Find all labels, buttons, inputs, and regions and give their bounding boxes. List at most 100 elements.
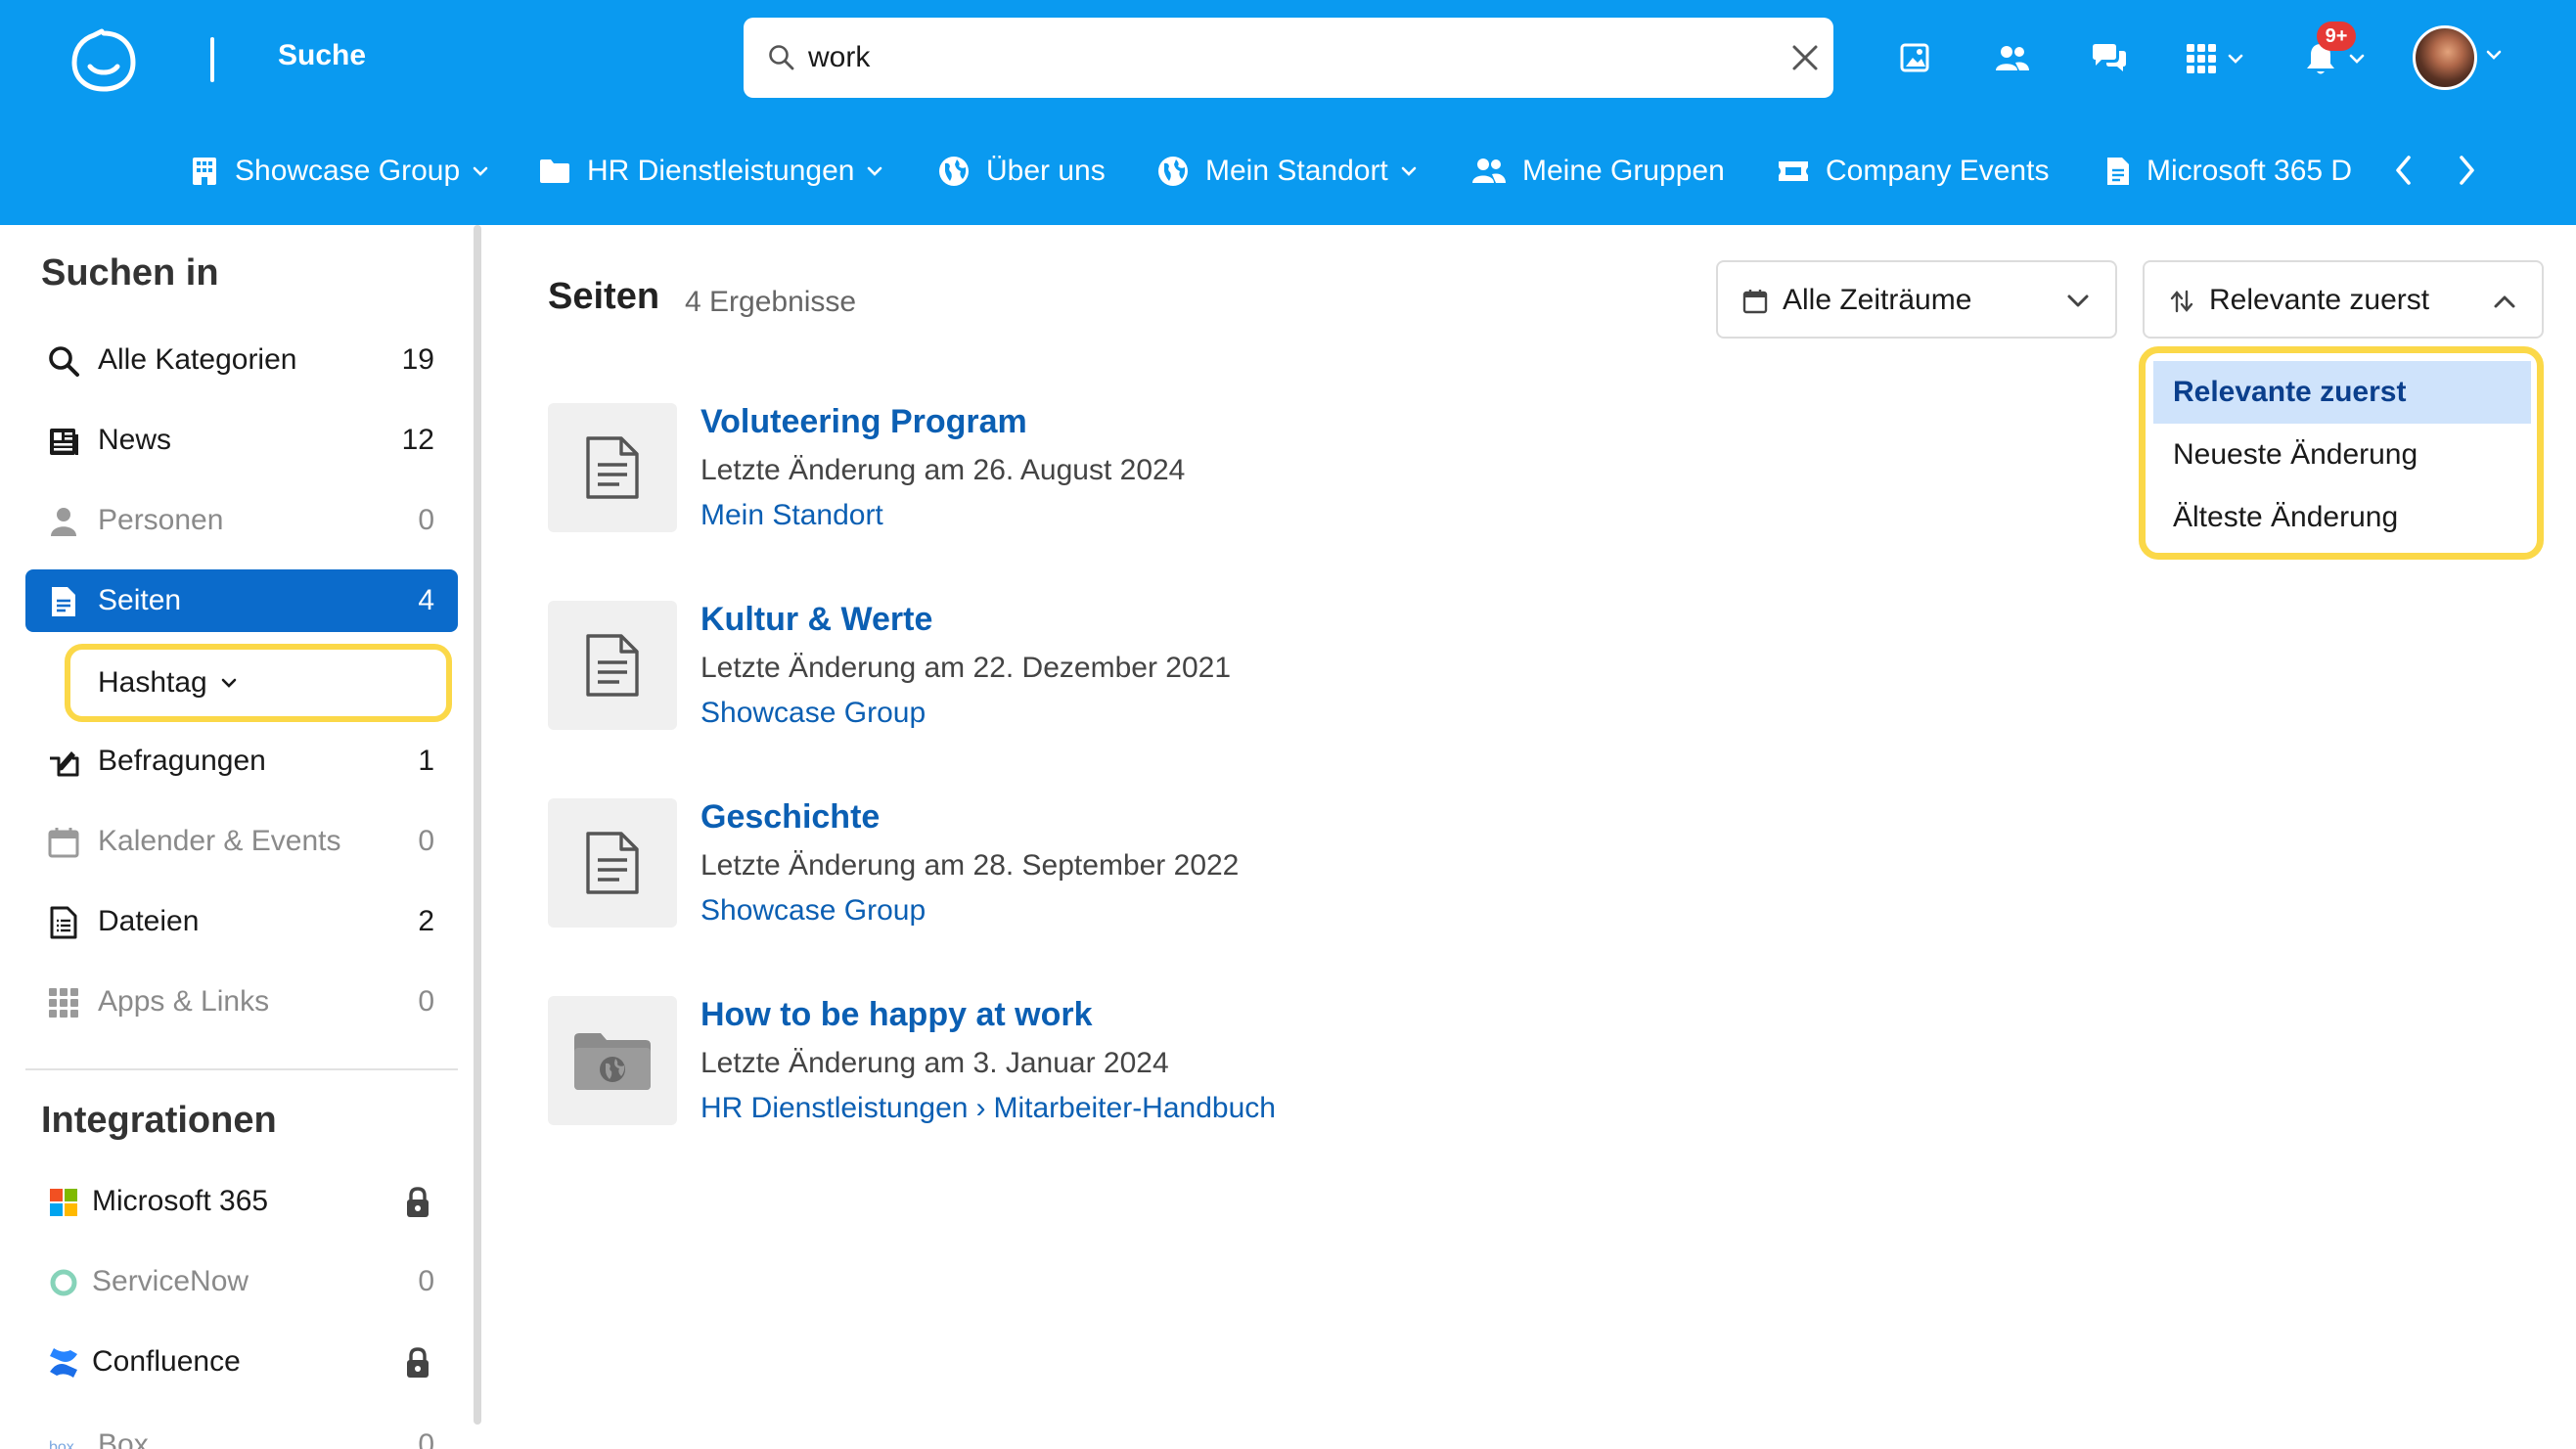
sort-icon	[2170, 290, 2193, 313]
ticket-icon	[1779, 161, 1808, 181]
lock-icon	[407, 1187, 429, 1217]
sort-option-relevant[interactable]: Relevante zuerst	[2153, 361, 2531, 424]
result-thumbnail[interactable]	[548, 601, 677, 730]
result-location-link[interactable]: HR Dienstleistungen	[700, 1092, 968, 1125]
nav-scroll-left-icon[interactable]	[2391, 153, 2417, 188]
avatar[interactable]	[2413, 25, 2477, 90]
nav-item-showcase-group[interactable]: Showcase Group	[190, 149, 489, 194]
sidebar-item-label: Kalender & Events	[98, 825, 341, 857]
hashtag-filter-button[interactable]: Hashtag	[65, 644, 452, 722]
sort-option-newest[interactable]: Neueste Änderung	[2153, 424, 2531, 486]
time-range-label: Alle Zeiträume	[1783, 284, 1972, 316]
sidebar-item-confluence[interactable]: Confluence	[25, 1331, 458, 1393]
sidebar-item-count: 0	[418, 825, 434, 857]
sidebar-scrollbar[interactable]	[474, 225, 481, 1425]
result-title-link[interactable]: Kultur & Werte	[700, 601, 932, 639]
sidebar-item-label: Befragungen	[98, 745, 266, 777]
chevron-down-icon[interactable]	[2485, 49, 2503, 61]
result-item: How to be happy at work Letzte Änderung …	[548, 996, 1722, 1127]
chevron-down-icon	[473, 166, 488, 176]
sidebar-item-kalender-events[interactable]: Kalender & Events 0	[25, 810, 458, 873]
image-gallery-icon	[1900, 43, 1929, 72]
sidebar-item-apps-links[interactable]: Apps & Links 0	[25, 971, 458, 1033]
sidebar-item-label: Box	[98, 1428, 149, 1449]
result-thumbnail[interactable]	[548, 403, 677, 532]
sidebar-heading: Suchen in	[41, 252, 219, 294]
search-box[interactable]	[744, 18, 1833, 98]
result-title-link[interactable]: Geschichte	[700, 798, 880, 837]
sidebar-item-microsoft-365[interactable]: Microsoft 365	[25, 1170, 458, 1233]
app-logo-icon[interactable]	[68, 27, 139, 94]
nav-item-company-events[interactable]: Company Events	[1777, 149, 2049, 194]
lock-icon	[407, 1347, 429, 1378]
sidebar-divider	[25, 1068, 458, 1070]
integrations-heading: Integrationen	[41, 1100, 277, 1141]
nav-item-label: Über uns	[986, 155, 1106, 187]
apps-menu-button[interactable]	[2186, 37, 2244, 80]
result-location-link[interactable]: Showcase Group	[700, 894, 926, 928]
sidebar-item-news[interactable]: News 12	[25, 409, 458, 472]
sidebar-item-personen[interactable]: Personen 0	[25, 489, 458, 552]
sidebar-item-befragungen[interactable]: Befragungen 1	[25, 730, 458, 792]
people-button[interactable]	[1994, 37, 2031, 80]
calendar-icon	[48, 828, 79, 858]
sidebar-item-count: 0	[418, 1428, 434, 1449]
result-location-link[interactable]: Mein Standort	[700, 499, 883, 532]
sidebar-item-count: 0	[418, 504, 434, 536]
folder-icon	[540, 159, 569, 183]
servicenow-logo-icon	[50, 1269, 77, 1296]
result-meta: Letzte Änderung am 22. Dezember 2021	[700, 652, 1232, 684]
building-icon	[193, 158, 216, 185]
calendar-icon	[1742, 290, 1768, 314]
result-thumbnail[interactable]	[548, 996, 677, 1125]
chevron-down-icon	[2228, 54, 2243, 64]
result-meta: Letzte Änderung am 3. Januar 2024	[700, 1047, 1169, 1079]
nav-scroll-right-icon[interactable]	[2454, 153, 2479, 188]
nav-item-ueber-uns[interactable]: Über uns	[937, 149, 1106, 194]
nav-item-meine-gruppen[interactable]: Meine Gruppen	[1471, 149, 1725, 194]
time-range-select[interactable]: Alle Zeiträume	[1716, 260, 2117, 339]
nav-item-label: Meine Gruppen	[1522, 155, 1725, 187]
apps-grid-icon	[49, 988, 78, 1018]
result-location: HR Dienstleistungen › Mitarbeiter-Handbu…	[700, 1092, 1276, 1125]
nav-item-mein-standort[interactable]: Mein Standort	[1156, 149, 1418, 194]
sidebar-item-count: 1	[418, 745, 434, 777]
sidebar-item-label: News	[98, 424, 172, 456]
person-icon	[51, 508, 76, 536]
nav-item-microsoft-365[interactable]: Microsoft 365 D	[2105, 149, 2352, 194]
nav-item-label: Company Events	[1826, 155, 2050, 187]
result-meta: Letzte Änderung am 28. September 2022	[700, 849, 1240, 882]
sidebar-item-servicenow[interactable]: ServiceNow 0	[25, 1250, 458, 1313]
svg-text:box: box	[49, 1439, 74, 1449]
result-location: Mein Standort	[700, 499, 883, 532]
clear-search-icon[interactable]	[1788, 41, 1822, 74]
sort-select[interactable]: Relevante zuerst	[2143, 260, 2544, 339]
sidebar-item-count: 19	[401, 343, 434, 376]
sidebar-item-label: Apps & Links	[98, 985, 270, 1018]
result-location-link[interactable]: Showcase Group	[700, 697, 926, 730]
result-title-link[interactable]: Voluteering Program	[700, 403, 1027, 441]
result-location-link[interactable]: Mitarbeiter-Handbuch	[993, 1092, 1275, 1125]
sidebar-item-seiten[interactable]: Seiten 4	[25, 569, 458, 632]
result-thumbnail[interactable]	[548, 798, 677, 928]
sidebar-item-dateien[interactable]: Dateien 2	[25, 890, 458, 953]
sidebar-item-box[interactable]: box Box 0	[25, 1411, 458, 1449]
nav-item-label: Mein Standort	[1205, 155, 1388, 187]
media-button[interactable]	[1898, 37, 1933, 80]
sidebar-item-alle-kategorien[interactable]: Alle Kategorien 19	[25, 329, 458, 391]
sort-option-oldest[interactable]: Älteste Änderung	[2153, 486, 2531, 549]
newspaper-icon	[50, 429, 78, 455]
users-icon	[1472, 158, 1506, 183]
result-meta: Letzte Änderung am 26. August 2024	[700, 454, 1186, 486]
result-title-link[interactable]: How to be happy at work	[700, 996, 1092, 1034]
chevron-down-icon	[2349, 54, 2365, 64]
sidebar-item-count: 0	[418, 985, 434, 1018]
search-input[interactable]	[808, 33, 1728, 82]
nav-item-hr-dienstleistungen[interactable]: HR Dienstleistungen	[538, 149, 883, 194]
people-icon	[1996, 46, 2029, 70]
chat-button[interactable]	[2090, 37, 2129, 80]
page-icon	[52, 587, 75, 616]
sidebar-item-count: 2	[418, 905, 434, 937]
sidebar-item-count: 0	[418, 1265, 434, 1297]
sidebar-item-label: Dateien	[98, 905, 200, 937]
